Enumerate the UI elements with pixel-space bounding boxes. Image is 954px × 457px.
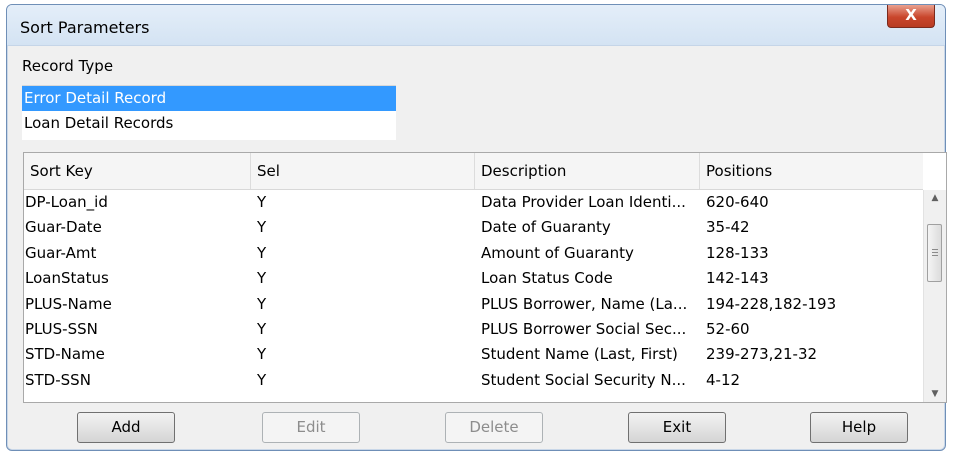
title-bar: Sort Parameters X [7,5,945,46]
cell-description: PLUS Borrower, Name (La... [481,294,688,313]
cell-sel: Y [257,319,267,338]
record-type-list[interactable]: Error Detail Record Loan Detail Records [22,85,396,140]
vertical-scrollbar[interactable]: ▲ ▼ [923,190,946,402]
table-row[interactable]: STD-SSN Y Student Social Security N... 4-12 [24,368,923,393]
column-header-sort-key[interactable]: Sort Key [24,153,251,189]
cell-sort-key: PLUS-Name [25,294,112,313]
cell-sel: Y [257,345,267,364]
cell-description: Student Name (Last, First) [481,345,678,364]
scroll-up-arrow-icon[interactable]: ▲ [924,193,946,203]
add-button[interactable]: Add [77,412,175,443]
record-type-item[interactable]: Loan Detail Records [22,111,396,136]
cell-sel: Y [257,294,267,313]
sort-keys-grid[interactable]: Sort Key Sel Description Positions DP-Lo… [23,152,947,403]
cell-description: Amount of Guaranty [481,243,634,262]
cell-description: Loan Status Code [481,269,613,288]
cell-sort-key: Guar-Date [25,218,102,237]
cell-positions: 142-143 [706,269,769,288]
grid-body: DP-Loan_id Y Data Provider Loan Identi... 6… [24,190,923,393]
delete-button[interactable]: Delete [445,412,543,443]
cell-description: Student Social Security N... [481,370,686,389]
table-row[interactable]: LoanStatus Y Loan Status Code 142-143 [24,266,923,291]
record-type-label: Record Type [22,57,114,75]
exit-button[interactable]: Exit [628,412,726,443]
table-row[interactable]: Guar-Date Y Date of Guaranty 35-42 [24,215,923,240]
sort-parameters-dialog: Sort Parameters X Record Type Error Deta… [6,4,947,451]
cell-positions: 128-133 [706,243,769,262]
edit-button[interactable]: Edit [262,412,360,443]
cell-positions: 35-42 [706,218,750,237]
window-title: Sort Parameters [20,18,150,37]
cell-description: Date of Guaranty [481,218,611,237]
cell-sort-key: LoanStatus [25,269,109,288]
table-row[interactable]: PLUS-SSN Y PLUS Borrower Social Sec... 52-6… [24,317,923,342]
cell-description: Data Provider Loan Identi... [481,193,686,211]
cell-positions: 194-228,182-193 [706,294,837,313]
grid-header: Sort Key Sel Description Positions [24,153,923,190]
cell-sort-key: STD-Name [25,345,105,364]
record-type-item[interactable]: Error Detail Record [22,86,396,111]
cell-positions: 620-640 [706,193,769,211]
cell-sort-key: Guar-Amt [25,243,97,262]
scroll-thumb[interactable] [927,224,942,282]
table-row[interactable]: DP-Loan_id Y Data Provider Loan Identi... 6… [24,190,923,215]
cell-positions: 52-60 [706,319,750,338]
close-icon: X [905,6,917,24]
grip-line [932,249,938,250]
scroll-down-arrow-icon[interactable]: ▼ [924,389,946,399]
table-row[interactable]: PLUS-Name Y PLUS Borrower, Name (La... 194-… [24,292,923,317]
cell-sel: Y [257,269,267,288]
table-row[interactable]: Guar-Amt Y Amount of Guaranty 128-133 [24,241,923,266]
cell-positions: 239-273,21-32 [706,345,818,364]
cell-sel: Y [257,193,267,211]
cell-positions: 4-12 [706,370,741,389]
grip-line [932,252,938,253]
cell-sel: Y [257,243,267,262]
column-header-sel[interactable]: Sel [251,153,475,189]
grip-line [932,255,938,256]
cell-sel: Y [257,218,267,237]
cell-sort-key: STD-SSN [25,370,91,389]
column-header-positions[interactable]: Positions [700,153,923,189]
cell-sort-key: DP-Loan_id [25,193,108,211]
cell-sort-key: PLUS-SSN [25,319,98,338]
cell-sel: Y [257,370,267,389]
table-row[interactable]: STD-Name Y Student Name (Last, First) 239-2… [24,342,923,367]
cell-description: PLUS Borrower Social Sec... [481,319,687,338]
help-button[interactable]: Help [810,412,908,443]
column-header-description[interactable]: Description [475,153,700,189]
close-button[interactable]: X [887,5,935,28]
